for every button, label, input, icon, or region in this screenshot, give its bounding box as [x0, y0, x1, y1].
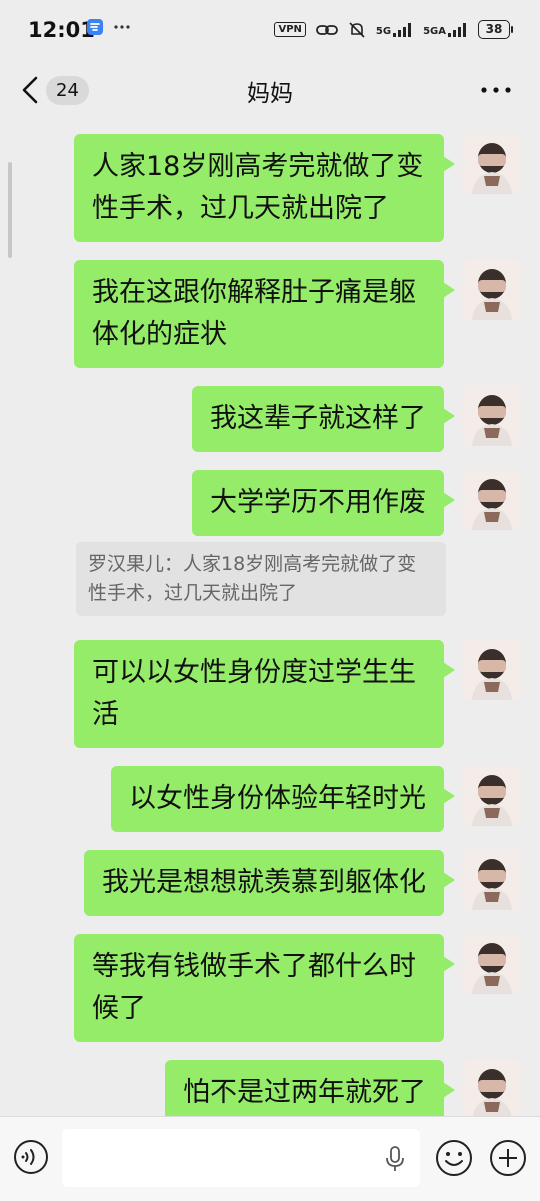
message-list[interactable]: 人家18岁刚高考完就做了变性手术，过几天就出院了 我在这跟你解释肚子痛是躯体化的… [0, 118, 540, 1116]
message-row: 等我有钱做手术了都什么时候了 [74, 934, 522, 1042]
message-row: 大学学历不用作废 [192, 470, 522, 536]
signal-bars-icon [448, 22, 466, 37]
message-bubble[interactable]: 怕不是过两年就死了 [165, 1060, 455, 1116]
link-icon [316, 24, 338, 35]
avatar[interactable] [462, 386, 522, 446]
message-input[interactable] [62, 1129, 420, 1187]
message-bubble[interactable]: 以女性身份体验年轻时光 [111, 766, 455, 832]
vpn-indicator: VPN [274, 22, 306, 37]
message-bubble[interactable]: 我光是想想就羡慕到躯体化 [84, 850, 455, 916]
chat-title: 妈妈 [247, 81, 293, 107]
message-row: 我在这跟你解释肚子痛是躯体化的症状 [74, 260, 522, 368]
emoji-icon [436, 1140, 472, 1176]
status-bar: 12:01 VPN 5G 5GA 38 [0, 0, 540, 62]
message-bubble[interactable]: 我在这跟你解释肚子痛是躯体化的症状 [74, 260, 455, 368]
user-avatar-icon [462, 260, 522, 320]
message-row: 人家18岁刚高考完就做了变性手术，过几天就出院了 [74, 134, 522, 242]
avatar[interactable] [462, 640, 522, 700]
scrollbar[interactable] [8, 162, 12, 258]
mic-icon[interactable] [384, 1145, 406, 1173]
emoji-button[interactable] [435, 1139, 473, 1177]
more-actions-button[interactable] [489, 1139, 527, 1177]
quoted-message[interactable]: 罗汉果儿：人家18岁刚高考完就做了变性手术，过几天就出院了 [76, 542, 446, 616]
avatar[interactable] [462, 134, 522, 194]
user-avatar-icon [462, 766, 522, 826]
message-row: 我这辈子就这样了 [192, 386, 522, 452]
more-notifications-icon [114, 25, 130, 29]
message-row: 可以以女性身份度过学生生活 [74, 640, 522, 748]
message-bubble[interactable]: 我这辈子就这样了 [192, 386, 455, 452]
user-avatar-icon [462, 640, 522, 700]
user-avatar-icon [462, 934, 522, 994]
user-avatar-icon [462, 134, 522, 194]
more-options-button[interactable] [478, 76, 514, 104]
voice-mode-button[interactable] [13, 1139, 49, 1175]
plus-icon [490, 1140, 526, 1176]
avatar[interactable] [462, 1060, 522, 1116]
message-bubble[interactable]: 人家18岁刚高考完就做了变性手术，过几天就出院了 [74, 134, 455, 242]
message-bubble[interactable]: 等我有钱做手术了都什么时候了 [74, 934, 455, 1042]
avatar[interactable] [462, 766, 522, 826]
avatar[interactable] [462, 470, 522, 530]
user-avatar-icon [462, 850, 522, 910]
avatar[interactable] [462, 850, 522, 910]
more-dots-icon [481, 87, 511, 93]
message-row: 我光是想想就羡慕到躯体化 [84, 850, 522, 916]
user-avatar-icon [462, 386, 522, 446]
signal-5g-label: 5G [375, 25, 392, 37]
message-row: 怕不是过两年就死了 [165, 1060, 522, 1116]
avatar[interactable] [462, 260, 522, 320]
mute-bell-icon [349, 21, 365, 38]
message-bubble[interactable]: 可以以女性身份度过学生生活 [74, 640, 455, 748]
signal-bars-icon [393, 22, 412, 37]
message-bubble[interactable]: 大学学历不用作废 [192, 470, 455, 536]
status-time: 12:01 [28, 18, 95, 42]
avatar[interactable] [462, 934, 522, 994]
message-row: 以女性身份体验年轻时光 [111, 766, 522, 832]
app-notification-icon [87, 19, 103, 35]
chat-header: 24 妈妈 [0, 62, 540, 118]
user-avatar-icon [462, 470, 522, 530]
battery-indicator: 38 [478, 20, 513, 39]
voice-icon [14, 1140, 48, 1174]
signal-5ga-label: 5GA [423, 25, 446, 37]
input-bar [0, 1116, 540, 1201]
user-avatar-icon [462, 1060, 522, 1116]
